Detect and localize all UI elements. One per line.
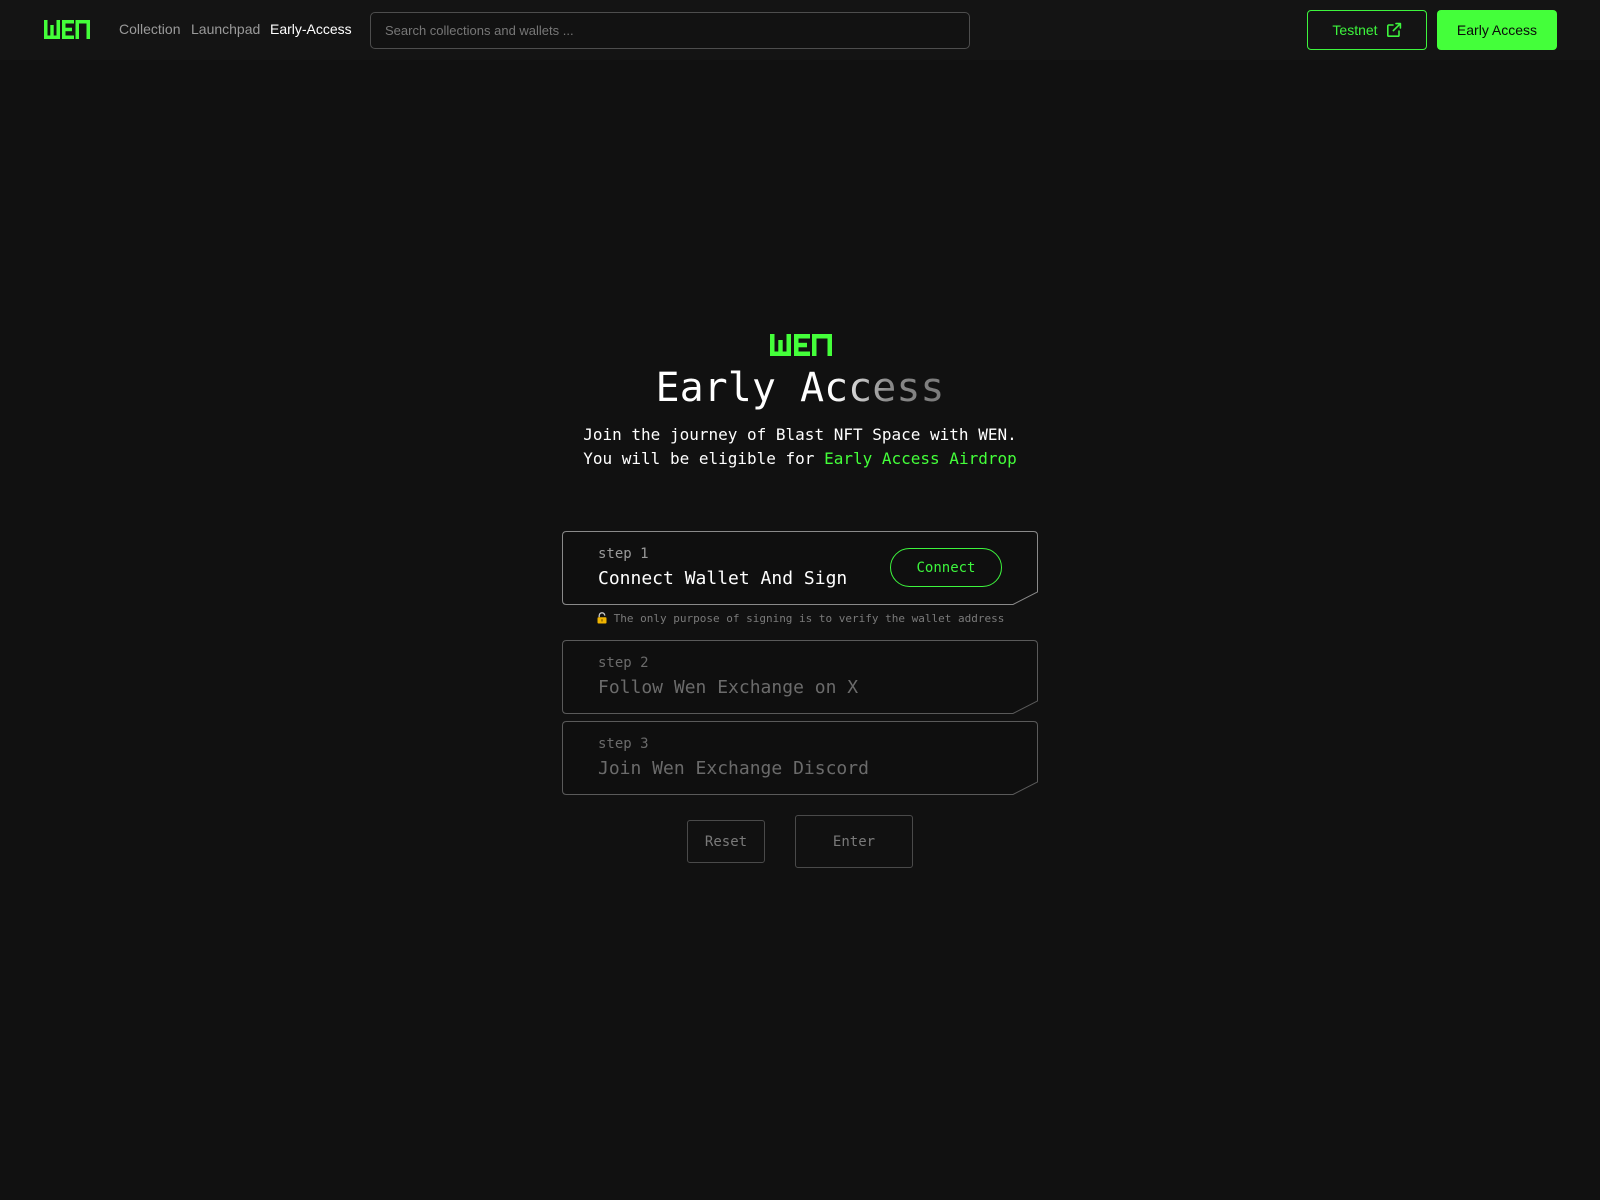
search-input[interactable] [371,13,969,48]
lock-icon [597,612,607,624]
step-title: Join Wen Exchange Discord [598,758,869,779]
testnet-button[interactable]: Testnet [1307,10,1427,50]
testnet-label: Testnet [1332,22,1378,38]
signing-note-text: The only purpose of signing is to verify… [613,612,1005,625]
connect-button[interactable]: Connect [890,548,1002,587]
step-title: Follow Wen Exchange on X [598,677,859,698]
step-label: step 2 [598,655,649,671]
top-navbar: Collection Launchpad Early-Access Testne… [0,0,1600,60]
nav-collection[interactable]: Collection [119,20,180,39]
step-card-2: step 2 Follow Wen Exchange on X [562,640,1038,714]
search-box[interactable] [370,12,970,49]
step-card-3: step 3 Join Wen Exchange Discord [562,721,1038,795]
hero-subtitle-line1: Join the journey of Blast NFT Space with… [583,425,1017,444]
signing-note: The only purpose of signing is to verify… [0,612,1600,626]
reset-button[interactable]: Reset [687,820,765,863]
step-title: Connect Wallet And Sign [598,568,848,589]
wen-hero-logo-icon [770,334,832,356]
nav-early-access[interactable]: Early-Access [270,20,352,39]
step-label: step 1 [598,546,649,562]
nav-launchpad[interactable]: Launchpad [191,20,260,39]
early-access-button[interactable]: Early Access [1437,10,1557,50]
airdrop-highlight: Early Access Airdrop [824,449,1017,468]
external-link-icon [1386,22,1401,37]
enter-button[interactable]: Enter [795,815,913,868]
wen-logo-icon[interactable] [44,20,90,39]
hero-subtitle-line2: You will be eligible for Early Access Ai… [0,447,1600,471]
step-card-1: step 1 Connect Wallet And Sign Connect [562,531,1038,605]
step-label: step 3 [598,736,649,752]
page-title: Early Access [600,362,1000,414]
hero-subtitle-prefix: You will be eligible for [583,449,825,468]
